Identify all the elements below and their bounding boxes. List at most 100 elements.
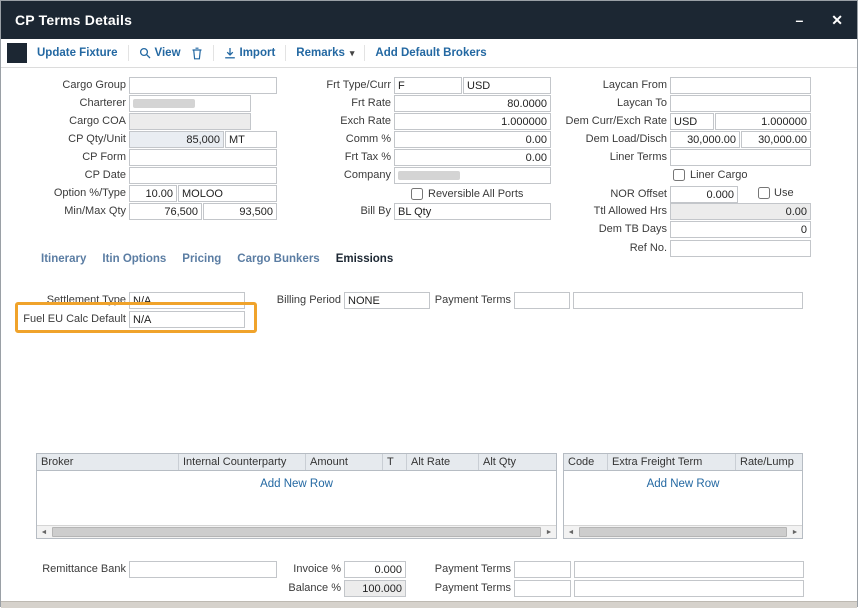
update-fixture-label: Update Fixture bbox=[37, 47, 118, 59]
cp-terms-details-window: { "window": { "title": "CP Terms Details… bbox=[0, 0, 858, 607]
import-icon bbox=[224, 47, 236, 59]
fuel-eu-calc-default-input[interactable] bbox=[129, 311, 245, 328]
company-label: Company bbox=[284, 167, 391, 183]
nor-offset-input[interactable] bbox=[670, 186, 738, 203]
scrollbar-thumb[interactable] bbox=[579, 527, 787, 537]
dem-curr-exch-rate-label: Dem Curr/Exch Rate bbox=[551, 113, 667, 129]
frt-rate-input[interactable] bbox=[394, 95, 551, 112]
option-pct-input[interactable] bbox=[129, 185, 177, 202]
cargo-group-label: Cargo Group bbox=[19, 77, 126, 93]
brokers-table-header: Broker Internal Counterparty Amount T Al… bbox=[37, 454, 556, 471]
frt-type-input[interactable] bbox=[394, 77, 462, 94]
tab-itinerary[interactable]: Itinerary bbox=[41, 253, 86, 265]
reversible-all-ports-label: Reversible All Ports bbox=[428, 187, 523, 201]
ref-no-input[interactable] bbox=[670, 240, 811, 257]
tab-itin-options[interactable]: Itin Options bbox=[102, 253, 166, 265]
brokers-add-new-row-link[interactable]: Add New Row bbox=[37, 478, 556, 490]
bill-by-input[interactable] bbox=[394, 203, 551, 220]
tab-emissions[interactable]: Emissions bbox=[336, 253, 394, 265]
exch-rate-label: Exch Rate bbox=[284, 113, 391, 129]
frt-curr-input[interactable] bbox=[463, 77, 551, 94]
charterer-label: Charterer bbox=[19, 95, 126, 111]
toolbar-separator bbox=[128, 45, 129, 61]
payment-terms-row1-label: Payment Terms bbox=[426, 561, 511, 577]
column-header-internal-counterparty: Internal Counterparty bbox=[179, 454, 306, 470]
import-button[interactable]: Import bbox=[224, 47, 276, 59]
cp-form-input[interactable] bbox=[129, 149, 277, 166]
cargo-group-input[interactable] bbox=[129, 77, 277, 94]
extra-freight-add-new-row-link[interactable]: Add New Row bbox=[564, 478, 802, 490]
option-pct-type-label: Option %/Type bbox=[19, 185, 126, 201]
frt-rate-label: Frt Rate bbox=[284, 95, 391, 111]
payment-terms-row1-desc-input[interactable] bbox=[574, 561, 804, 578]
fuel-eu-calc-default-label: Fuel EU Calc Default bbox=[19, 311, 126, 327]
min-max-qty-label: Min/Max Qty bbox=[19, 203, 126, 219]
add-default-brokers-button[interactable]: Add Default Brokers bbox=[375, 47, 486, 59]
comm-pct-input[interactable] bbox=[394, 131, 551, 148]
payment-terms-code-input[interactable] bbox=[514, 292, 570, 309]
scrollbar-thumb[interactable] bbox=[52, 527, 541, 537]
company-input[interactable] bbox=[394, 167, 551, 184]
dem-load-input[interactable] bbox=[670, 131, 740, 148]
scroll-right-icon[interactable]: ► bbox=[542, 526, 556, 538]
dem-exch-rate-input[interactable] bbox=[715, 113, 811, 130]
nor-offset-label: NOR Offset bbox=[551, 186, 667, 202]
close-icon[interactable]: ✕ bbox=[831, 13, 843, 27]
tab-pricing[interactable]: Pricing bbox=[182, 253, 221, 265]
billing-period-input[interactable] bbox=[344, 292, 430, 309]
cp-date-input[interactable] bbox=[129, 167, 277, 184]
payment-terms-row1-code-input[interactable] bbox=[514, 561, 571, 578]
laycan-to-input[interactable] bbox=[670, 95, 811, 112]
scroll-left-icon[interactable]: ◄ bbox=[37, 526, 51, 538]
title-bar: CP Terms Details – ✕ bbox=[1, 1, 857, 39]
laycan-from-label: Laycan From bbox=[551, 77, 667, 93]
scroll-right-icon[interactable]: ► bbox=[788, 526, 802, 538]
invoice-pct-label: Invoice % bbox=[263, 561, 341, 577]
cp-unit-input[interactable] bbox=[225, 131, 277, 148]
max-qty-input[interactable] bbox=[203, 203, 277, 220]
remarks-dropdown[interactable]: Remarks ▾ bbox=[296, 47, 354, 59]
settlement-type-input[interactable] bbox=[129, 292, 245, 309]
view-button[interactable]: View bbox=[139, 47, 181, 59]
scroll-left-icon[interactable]: ◄ bbox=[564, 526, 578, 538]
frt-tax-label: Frt Tax % bbox=[284, 149, 391, 165]
dem-curr-input[interactable] bbox=[670, 113, 714, 130]
dem-disch-input[interactable] bbox=[741, 131, 811, 148]
update-fixture-button[interactable]: Update Fixture bbox=[37, 47, 118, 59]
toolbar-separator bbox=[213, 45, 214, 61]
toolbar-separator bbox=[364, 45, 365, 61]
reversible-all-ports-checkbox[interactable] bbox=[411, 188, 423, 200]
balance-pct-input[interactable] bbox=[344, 580, 406, 597]
dem-tb-days-input[interactable] bbox=[670, 221, 811, 238]
laycan-from-input[interactable] bbox=[670, 77, 811, 94]
charterer-input[interactable] bbox=[129, 95, 251, 112]
tab-bar: Itinerary Itin Options Pricing Cargo Bun… bbox=[41, 253, 393, 265]
nor-offset-use-checkbox[interactable] bbox=[758, 187, 770, 199]
payment-terms-row2-code-input[interactable] bbox=[514, 580, 571, 597]
view-label: View bbox=[155, 47, 181, 59]
app-menu-icon[interactable] bbox=[7, 43, 27, 63]
brokers-horizontal-scrollbar[interactable]: ◄ ► bbox=[37, 525, 556, 538]
extra-freight-horizontal-scrollbar[interactable]: ◄ ► bbox=[564, 525, 802, 538]
option-type-input[interactable] bbox=[178, 185, 277, 202]
frt-tax-input[interactable] bbox=[394, 149, 551, 166]
min-qty-input[interactable] bbox=[129, 203, 202, 220]
tab-cargo-bunkers[interactable]: Cargo Bunkers bbox=[237, 253, 319, 265]
liner-cargo-checkbox[interactable] bbox=[673, 169, 685, 181]
remarks-label: Remarks bbox=[296, 47, 345, 59]
payment-terms-row2-desc-input[interactable] bbox=[574, 580, 804, 597]
payment-terms-desc-input[interactable] bbox=[573, 292, 803, 309]
column-header-t: T bbox=[383, 454, 407, 470]
cargo-coa-input[interactable] bbox=[129, 113, 251, 130]
minimize-icon[interactable]: – bbox=[795, 13, 803, 27]
invoice-pct-input[interactable] bbox=[344, 561, 406, 578]
ttl-allowed-hrs-input[interactable] bbox=[670, 203, 811, 220]
settlement-type-label: Settlement Type bbox=[19, 292, 126, 308]
liner-terms-input[interactable] bbox=[670, 149, 811, 166]
laycan-to-label: Laycan To bbox=[551, 95, 667, 111]
remittance-bank-input[interactable] bbox=[129, 561, 277, 578]
column-header-amount: Amount bbox=[306, 454, 383, 470]
exch-rate-input[interactable] bbox=[394, 113, 551, 130]
delete-button[interactable] bbox=[191, 47, 203, 60]
cp-qty-input[interactable] bbox=[129, 131, 224, 148]
